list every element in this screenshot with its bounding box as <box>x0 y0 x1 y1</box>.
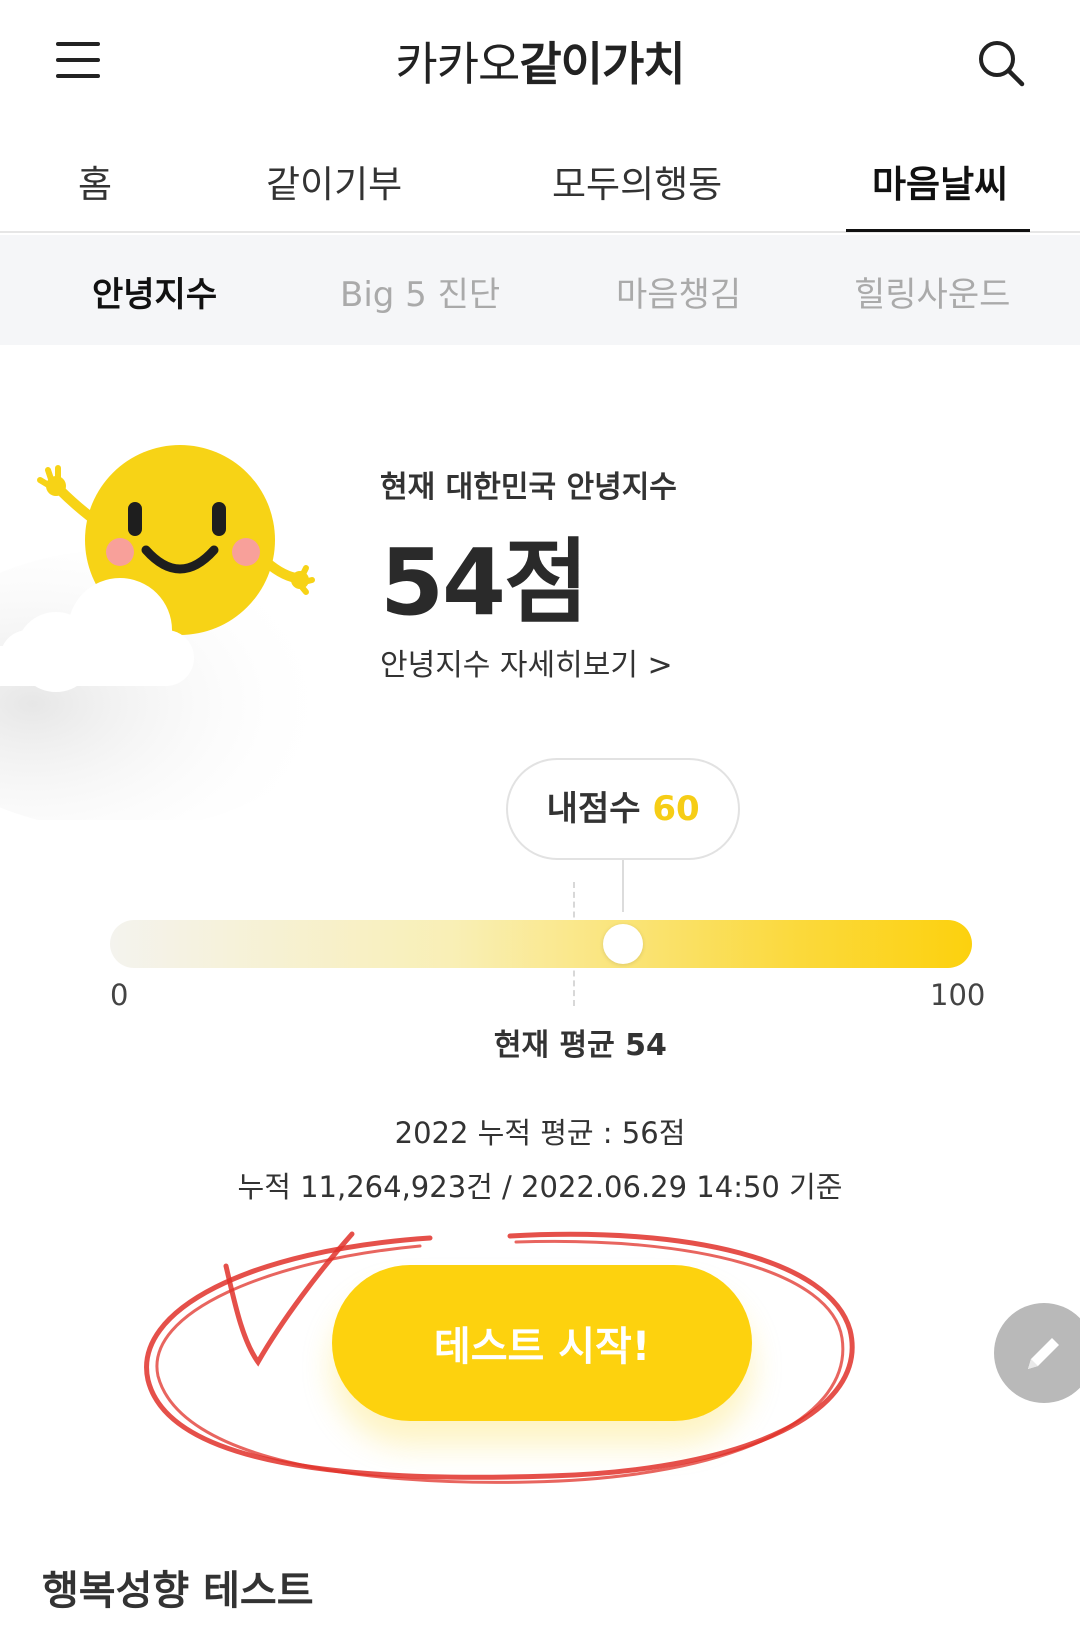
happiness-test-section-title: 행복성향 테스트 <box>42 1568 314 1614</box>
sub-tab-bar: 안녕지수 Big 5 진단 마음챙김 힐링사운드 <box>0 235 1080 345</box>
cumulative-count-text: 누적 11,264,923건 / 2022.06.29 14:50 기준 <box>237 1170 843 1204</box>
my-score-knob <box>603 924 644 964</box>
gauge-max-label: 100 <box>930 978 986 1012</box>
my-score-value: 60 <box>652 789 700 829</box>
wellbeing-detail-link[interactable]: 안녕지수 자세히보기 > <box>380 640 673 684</box>
yearly-average-text: 2022 누적 평균 : 56점 <box>394 1116 686 1150</box>
current-average-label: 현재 평균 54 <box>493 1028 667 1063</box>
subtab-mindfulness[interactable]: 마음챙김 <box>616 267 741 316</box>
logo-bold-text: 같이가치 <box>519 37 685 91</box>
tab-everyone-action[interactable]: 모두의행동 <box>552 154 722 208</box>
tab-donation[interactable]: 같이기부 <box>266 154 402 208</box>
logo-regular-text: 카카오 <box>395 37 520 91</box>
pencil-icon <box>1028 1338 1059 1369</box>
search-icon[interactable] <box>976 38 1026 88</box>
subtab-healing-sound[interactable]: 힐링사운드 <box>854 267 1010 316</box>
app-logo[interactable]: 카카오같이가치 <box>0 28 1080 94</box>
active-tab-indicator <box>846 229 1030 232</box>
weather-illustration <box>0 440 360 830</box>
subtab-wellbeing-index[interactable]: 안녕지수 <box>92 267 217 316</box>
start-test-button[interactable]: 테스트 시작! <box>332 1265 752 1421</box>
edit-floating-button[interactable] <box>994 1303 1080 1403</box>
tab-home[interactable]: 홈 <box>78 154 112 208</box>
bubble-pointer-line <box>622 860 625 912</box>
wellbeing-caption: 현재 대한민국 안녕지수 <box>380 470 677 505</box>
main-tab-bar: 홈 같이기부 모두의행동 마음날씨 <box>0 130 1080 233</box>
score-gauge-track <box>110 920 972 968</box>
wellbeing-score: 54점 <box>380 529 589 636</box>
tab-mind-weather[interactable]: 마음날씨 <box>872 154 1008 208</box>
app-header: 카카오같이가치 <box>0 0 1080 120</box>
my-score-label: 내점수 <box>546 789 641 829</box>
my-score-bubble: 내점수 60 <box>506 758 741 860</box>
subtab-big5[interactable]: Big 5 진단 <box>340 267 500 316</box>
gauge-min-label: 0 <box>110 978 129 1012</box>
